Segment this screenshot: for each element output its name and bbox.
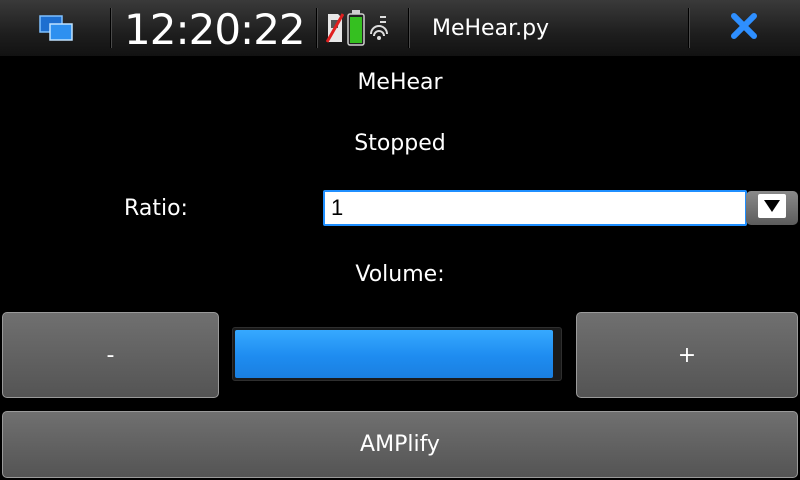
amplify-label: AMPlify [360, 432, 440, 457]
clock: 12:20:22 [124, 5, 306, 54]
no-sim-icon [325, 12, 345, 48]
battery-icon [347, 10, 365, 50]
ratio-label: Ratio: [124, 196, 188, 221]
ratio-input[interactable] [323, 190, 747, 226]
close-icon [729, 11, 759, 45]
volume-bar [232, 327, 562, 381]
ratio-dropdown-button[interactable] [746, 191, 798, 225]
volume-bar-fill [235, 330, 553, 378]
volume-up-label: + [677, 342, 697, 368]
volume-up-button[interactable]: + [576, 312, 798, 398]
volume-down-label: - [106, 342, 115, 368]
task-switcher-icon[interactable] [38, 14, 78, 44]
window-title: MeHear.py [432, 16, 550, 41]
status-bar: 12:20:22 MeHear.py [0, 0, 800, 57]
triangle-down-icon [757, 193, 787, 223]
amplify-button[interactable]: AMPlify [2, 411, 798, 478]
close-button[interactable] [722, 10, 766, 46]
signal-icon [368, 14, 390, 48]
volume-down-button[interactable]: - [2, 312, 219, 398]
status-label: Stopped [354, 131, 446, 156]
volume-label: Volume: [355, 262, 445, 287]
app-name-label: MeHear [357, 70, 443, 95]
